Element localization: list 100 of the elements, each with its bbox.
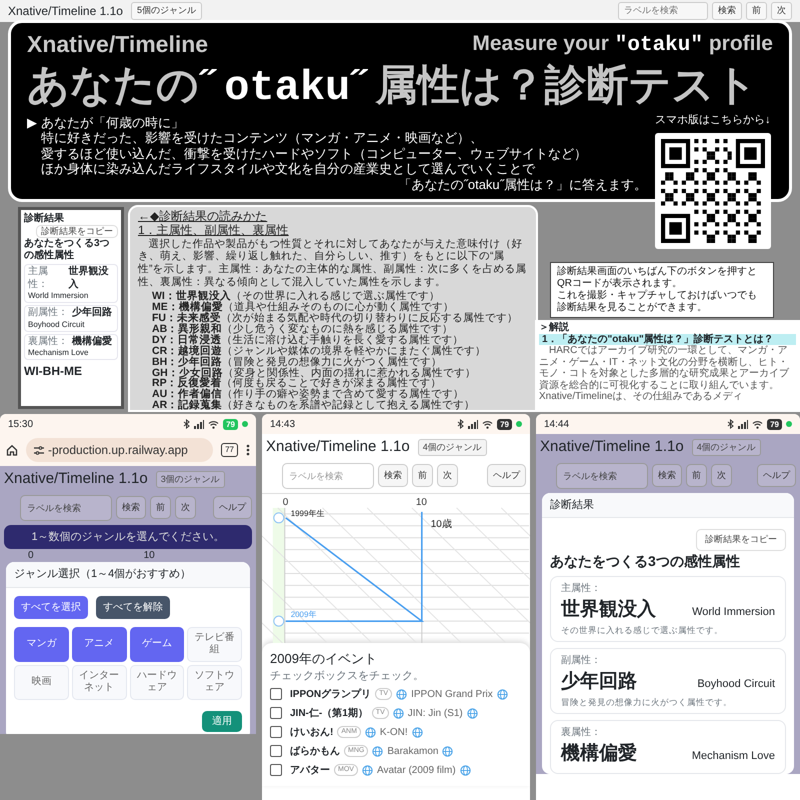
event-english-name: K-ON! (380, 726, 408, 740)
attribute-english: World Immersion (28, 291, 90, 301)
address-bar[interactable]: -production.up.railway.app (26, 438, 214, 462)
event-name[interactable]: けいおん! (290, 722, 334, 742)
clear-all-button[interactable]: すべてを解除 (96, 596, 170, 618)
toolbar-button[interactable]: 次 (711, 464, 732, 488)
event-english-name: IPPON Grand Prix (411, 688, 493, 702)
globe-icon (362, 764, 373, 776)
toolbar-button[interactable]: 次 (771, 2, 792, 20)
toolbar-button[interactable]: 検索 (712, 2, 742, 20)
help-button[interactable]: ヘルプ (487, 464, 526, 488)
app-title: Xnative/Timeline 1.1o (540, 437, 684, 457)
attribute-line: WI：世界観没入（その世界に入れる感じで選ぶ属性です） (151, 291, 440, 302)
select-all-button[interactable]: すべてを選択 (14, 596, 88, 618)
tagline: Measure your "otaku" profile (472, 30, 773, 58)
status-time: 14:44 (544, 418, 570, 432)
intro-text: あなたが「何歳の時に」 (41, 114, 185, 130)
status-dot-icon (242, 421, 248, 427)
genre-toggle[interactable]: ソフトウェア (187, 664, 242, 700)
genre-toggle[interactable]: ハードウェア (130, 664, 184, 700)
attribute-description: その世界に入れる感じで選ぶ属性です。 (561, 624, 724, 637)
play-marker-icon: ▶ (27, 114, 37, 193)
attribute-line: AB：異形親和（少し危うく変なものに熱を感じる属性です） (151, 324, 454, 335)
attribute-line: CR：越境回遊（ジャンルや媒体の境界を軽やかにまたぐ属性です） (151, 346, 488, 357)
genre-toggle[interactable]: インターネット (72, 664, 126, 700)
genre-count-badge: 5個のジャンル (130, 2, 202, 20)
attribute-label: 主属性： (28, 266, 49, 291)
status-dot-icon (786, 421, 792, 427)
copy-button[interactable]: 診断結果をコピー (36, 225, 118, 238)
toolbar-button[interactable]: 次 (437, 464, 458, 488)
genre-toggle[interactable]: マンガ (14, 626, 69, 662)
toolbar-button[interactable]: 前 (686, 464, 707, 488)
attribute-line: ME：機構偏愛（道具や仕組みそのものに心が動く属性です） (151, 302, 455, 313)
url-text: -production.up.railway.app (48, 442, 188, 459)
globe-icon (364, 726, 376, 738)
wifi-icon (208, 420, 220, 428)
app-title: Xnative/Timeline 1.1o (266, 437, 410, 457)
wifi-icon (482, 420, 494, 428)
toolbar-button[interactable]: 検索 (116, 496, 146, 520)
bluetooth-icon (727, 419, 734, 429)
marker-icon[interactable] (273, 512, 284, 523)
attribute-description: 冒険と発見の想像力に火がつく属性です。 (561, 696, 733, 709)
apply-button[interactable]: 適用 (202, 710, 242, 732)
toolbar-button[interactable]: 前 (746, 2, 767, 20)
toolbar-button[interactable]: 前 (412, 464, 433, 488)
genre-count-badge: 4個のジャンル (692, 438, 761, 456)
genre-count-badge: 3個のジャンル (156, 470, 225, 488)
battery-indicator: 79 (767, 418, 782, 430)
event-name[interactable]: IPPONグランプリ (290, 684, 372, 704)
marker-icon[interactable] (273, 615, 284, 626)
checkbox[interactable] (270, 745, 282, 757)
search-field[interactable]: ラベルを検索 (556, 462, 648, 488)
globe-icon (466, 708, 478, 718)
copy-button[interactable]: 診断結果をコピー (696, 529, 786, 550)
event-english-name: Avatar (2009 film) (376, 764, 456, 778)
checkbox[interactable] (270, 688, 282, 700)
genre-toggle[interactable]: 映画 (14, 664, 69, 700)
attribute-english: Boyhood Circuit (697, 676, 775, 692)
age-label: 10歳 (430, 518, 452, 530)
globe-icon (412, 726, 423, 738)
callout-text: 診断結果画面のいちばん下のボタンを押すと (557, 266, 758, 278)
genre-toggle[interactable]: ゲーム (130, 626, 184, 662)
attribute-name: 少年回路 (72, 307, 112, 320)
app-title: Xnative/Timeline 1.1o (8, 3, 123, 20)
toolbar-button[interactable]: 検索 (378, 464, 408, 488)
genre-toggle[interactable]: アニメ (72, 626, 126, 662)
event-name[interactable]: ばらかもん (290, 742, 340, 760)
checkbox[interactable] (270, 726, 282, 738)
toolbar-button[interactable]: 検索 (652, 464, 682, 488)
help-button[interactable]: ヘルプ (213, 496, 252, 520)
wifi-icon (752, 420, 764, 428)
event-name[interactable]: JIN-仁-（第1期） (290, 704, 368, 722)
toast-message: 1～数個のジャンルを選んでください。 (4, 524, 252, 549)
status-time: 14:43 (270, 418, 296, 432)
tab-count-button[interactable]: 77 (221, 443, 238, 457)
birth-year-label: 1999年生 (290, 508, 324, 518)
toolbar-button[interactable]: 前 (150, 496, 171, 520)
intro-text: 愛するほど使い込んだ、衝撃を受けたハードやソフト（コンピューター、ウェブサイトなど） (41, 146, 588, 162)
toolbar-button[interactable]: 次 (175, 496, 196, 520)
checkbox[interactable] (270, 764, 282, 776)
attribute-label: 副属性： (561, 654, 602, 668)
checkbox[interactable] (270, 707, 282, 719)
section-heading: あなたをつくる3つの感性属性 (24, 238, 111, 262)
callout-text: QRコードが表示されます。 (557, 278, 683, 290)
bluetooth-icon (183, 419, 190, 429)
axis-label: 10 (144, 549, 155, 562)
search-field[interactable]: ラベルを検索 (618, 2, 708, 20)
genre-toggle[interactable]: テレビ番組 (187, 626, 242, 662)
event-name[interactable]: アバター (290, 760, 330, 780)
attribute-label: 副属性： (28, 307, 68, 320)
brand-title: Xnative/Timeline (27, 30, 208, 59)
status-dot-icon (516, 421, 522, 427)
banner-headline: あなたの˝otaku˝属性は？診断テスト (27, 62, 758, 111)
globe-icon (460, 764, 471, 776)
app-title: Xnative/Timeline 1.1o (4, 469, 148, 489)
events-title: 2009年のイベント (270, 650, 378, 668)
bluetooth-icon (457, 419, 464, 429)
search-field[interactable]: ラベルを検索 (20, 494, 112, 520)
help-button[interactable]: ヘルプ (757, 464, 796, 488)
search-field[interactable]: ラベルを検索 (282, 462, 374, 488)
